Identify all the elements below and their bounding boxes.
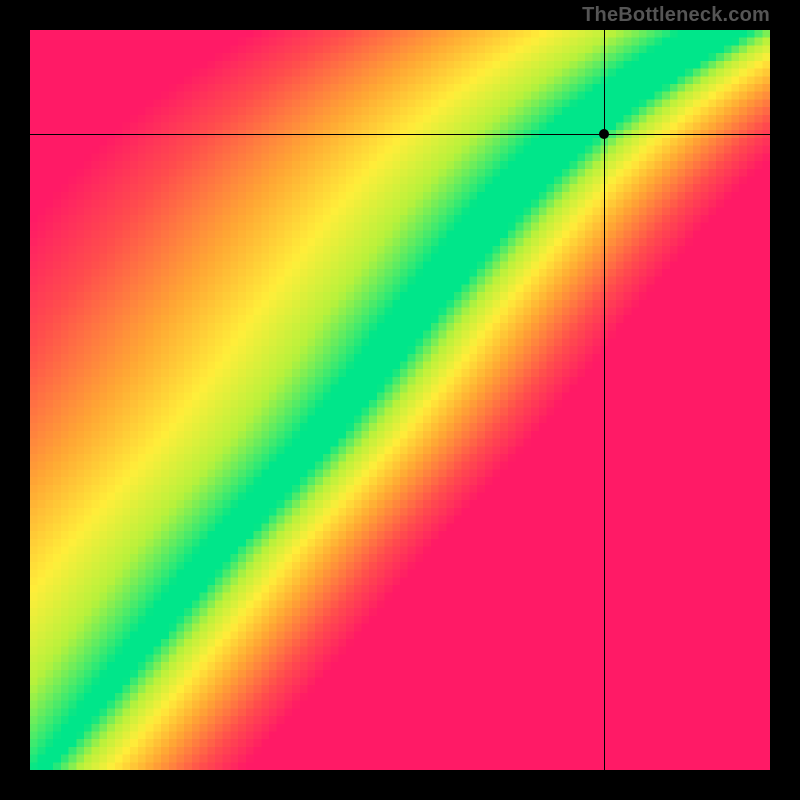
chart-container: TheBottleneck.com bbox=[0, 0, 800, 800]
heatmap-plot bbox=[30, 30, 770, 770]
marker-dot bbox=[599, 129, 609, 139]
crosshair-horizontal bbox=[30, 134, 770, 135]
heatmap-canvas bbox=[30, 30, 770, 770]
crosshair-vertical bbox=[604, 30, 605, 770]
watermark-text: TheBottleneck.com bbox=[582, 4, 770, 27]
